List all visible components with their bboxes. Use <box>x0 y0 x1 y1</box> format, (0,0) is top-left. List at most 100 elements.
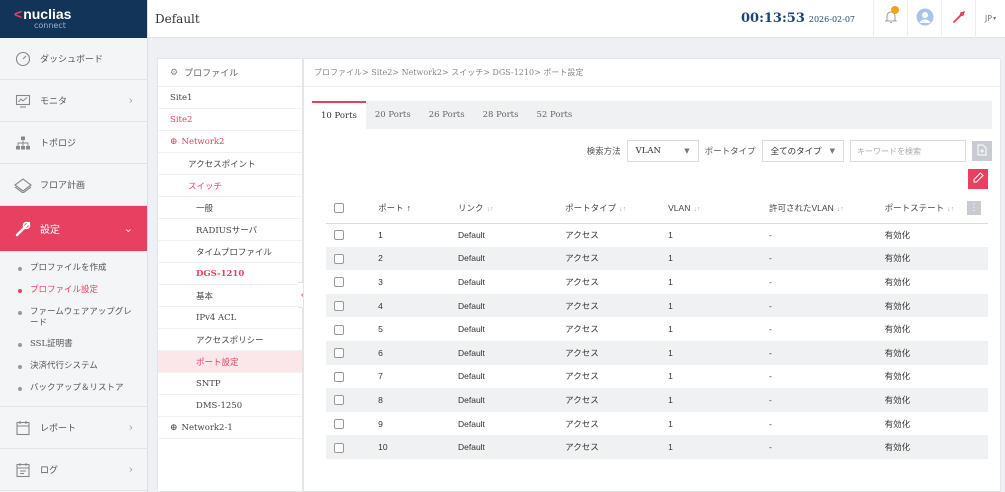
notification-button[interactable] <box>873 0 907 38</box>
tab-10-ports[interactable]: 10 Ports <box>312 101 366 129</box>
row-checkbox[interactable] <box>334 230 344 241</box>
col-header-vlan[interactable]: VLAN ↓↑ <box>660 193 761 224</box>
user-avatar-button[interactable] <box>907 0 941 38</box>
table-row[interactable]: 9 Default アクセス 1 - 有効化 <box>326 412 988 436</box>
table-row[interactable]: 1 Default アクセス 1 - 有効化 <box>326 223 988 247</box>
row-checkbox[interactable] <box>334 395 344 406</box>
tree-item-general[interactable]: 一般 <box>158 197 302 219</box>
row-checkbox-cell <box>326 435 371 459</box>
table-row[interactable]: 2 Default アクセス 1- 有効化 <box>326 246 988 271</box>
cell-state: 有効化 <box>876 293 967 318</box>
tree-item-ipv4-acl[interactable]: IPv4 ACL <box>158 307 302 329</box>
submenu-ssl-certificate[interactable]: SSL証明書 <box>0 334 147 356</box>
col-header-port[interactable]: ポート ↑ <box>370 193 450 224</box>
table-row[interactable]: 10 Default アクセス 1- 有効化 <box>326 435 988 459</box>
tree-item-dgs-1210[interactable]: DGS-1210 <box>158 263 302 285</box>
col-header-allowed-vlan[interactable]: 許可されたVLAN ↓↑ <box>761 193 877 224</box>
tree-item-basic[interactable]: 基本 <box>158 285 302 307</box>
table-row[interactable]: 5 Default アクセス 1 - 有効化 <box>326 317 988 341</box>
column-menu-button[interactable]: ⋮ <box>966 200 981 215</box>
table-row[interactable]: 6 Default アクセス 1- 有効化 <box>326 340 988 365</box>
row-checkbox[interactable] <box>334 348 344 359</box>
sidebar-item-topology[interactable]: トポロジ <box>0 122 147 164</box>
port-type-select[interactable]: 全てのタイプ ▼ <box>761 140 844 162</box>
sidebar-item-monitor[interactable]: モニタ › <box>0 80 147 122</box>
table-row[interactable]: 3 Default アクセス 1 - 有効化 <box>326 270 988 294</box>
submenu-create-profile[interactable]: プロファイルを作成 <box>0 258 147 280</box>
search-method-label: 検索方法 <box>586 147 621 157</box>
sidebar-item-settings[interactable]: 設定 ⌄ <box>0 206 147 252</box>
sidebar-item-floorplan[interactable]: フロア計画 <box>0 164 147 206</box>
clock-time: 00:13:53 <box>741 11 805 26</box>
floorplan-icon <box>13 175 33 195</box>
cell-link: Default <box>457 418 485 429</box>
sidebar-item-log[interactable]: ログ › <box>0 449 147 491</box>
chevron-right-icon: › <box>128 421 133 434</box>
row-checkbox[interactable] <box>334 371 344 382</box>
cell-allowed: - <box>761 388 877 412</box>
row-checkbox[interactable] <box>334 253 344 264</box>
tab-26-ports[interactable]: 26 Ports <box>420 101 474 129</box>
col-header-port-state[interactable]: ポートステート ↓↑ <box>876 193 967 224</box>
row-checkbox[interactable] <box>334 442 344 453</box>
submenu-backup-restore[interactable]: バックアップ＆リストア <box>0 378 147 400</box>
tools-shortcut-button[interactable] <box>941 0 975 38</box>
nuclias-logo[interactable]: <nuclias connect <box>0 0 147 38</box>
tree-item-site2[interactable]: Site2 <box>158 109 302 131</box>
tree-item-radius[interactable]: RADIUSサーバ <box>158 219 302 241</box>
export-button[interactable] <box>972 141 992 161</box>
sort-icon: ↓↑ <box>619 205 627 213</box>
table-row[interactable]: 7 Default アクセス 1 - 有効化 <box>326 365 988 389</box>
row-checkbox-cell <box>326 246 371 271</box>
cell-type: アクセス <box>557 388 661 412</box>
tree-item-network2[interactable]: ⊕ Network2 <box>158 131 302 153</box>
tree-item-site1[interactable]: Site1 <box>158 87 302 109</box>
tree-item-switch[interactable]: スイッチ <box>158 175 302 197</box>
tree-item-network2-1[interactable]: ⊕ Network2-1 <box>158 417 302 439</box>
cell-type: アクセス <box>565 230 599 241</box>
search-method-select[interactable]: VLAN ▼ <box>626 140 699 162</box>
sidebar-item-dashboard[interactable]: ダッシュボード <box>0 38 147 80</box>
submenu-firmware-upgrade[interactable]: ファームウェアアップグレード <box>0 302 147 334</box>
sort-asc-icon: ↑ <box>406 202 412 213</box>
tree-item-dms-1250[interactable]: DMS-1250 <box>158 395 302 417</box>
tree-item-time-profile[interactable]: タイムプロファイル <box>158 241 302 263</box>
cell-allowed: - <box>769 371 772 382</box>
table-row[interactable]: 8 Default アクセス 1- 有効化 <box>326 388 988 412</box>
network-icon: ⊕ <box>170 136 178 147</box>
row-end-cell <box>967 365 988 389</box>
cell-link: Default <box>449 246 558 271</box>
edit-button[interactable] <box>968 169 988 189</box>
caret-down-icon: ▼ <box>829 147 835 155</box>
submenu-profile-settings[interactable]: プロファイル設定 <box>0 280 147 302</box>
select-all-checkbox[interactable] <box>334 203 344 214</box>
row-checkbox[interactable] <box>334 300 344 311</box>
submenu-payment-gateway[interactable]: 決済代行システム <box>0 356 147 378</box>
col-header-port-type[interactable]: ポートタイプ ↓↑ <box>557 193 661 224</box>
row-end-cell <box>967 317 988 341</box>
row-checkbox-cell <box>326 388 371 412</box>
row-checkbox[interactable] <box>334 277 344 288</box>
keyword-search-input[interactable] <box>850 140 966 162</box>
row-checkbox[interactable] <box>334 324 344 335</box>
row-end-cell <box>967 270 988 294</box>
cell-allowed: - <box>761 340 877 365</box>
filter-toolbar: 検索方法 VLAN ▼ ポートタイプ 全てのタイプ ▼ <box>312 137 992 165</box>
tree-item-access-point[interactable]: アクセスポイント <box>158 153 302 175</box>
cell-port: 10 <box>370 435 450 459</box>
port-tabs: 10 Ports 20 Ports 26 Ports 28 Ports 52 P… <box>312 101 992 129</box>
tree-item-access-policy[interactable]: アクセスポリシー <box>158 329 302 351</box>
cell-state: 有効化 <box>884 230 911 241</box>
tab-28-ports[interactable]: 28 Ports <box>474 101 528 129</box>
tree-item-sntp[interactable]: SNTP <box>158 373 302 395</box>
table-row[interactable]: 4 Default アクセス 1- 有効化 <box>326 293 988 318</box>
tab-52-ports[interactable]: 52 Ports <box>527 101 581 129</box>
sidebar-item-report[interactable]: レポート › <box>0 407 147 449</box>
language-selector[interactable]: JP ▾ <box>975 0 1005 38</box>
tab-20-ports[interactable]: 20 Ports <box>366 101 420 129</box>
col-header-link[interactable]: リンク ↓↑ <box>449 193 558 224</box>
cell-link: Default <box>449 340 558 365</box>
tree-item-port-settings[interactable]: ポート設定 <box>158 351 302 373</box>
page-title: Default <box>155 11 200 26</box>
row-checkbox[interactable] <box>334 418 344 429</box>
